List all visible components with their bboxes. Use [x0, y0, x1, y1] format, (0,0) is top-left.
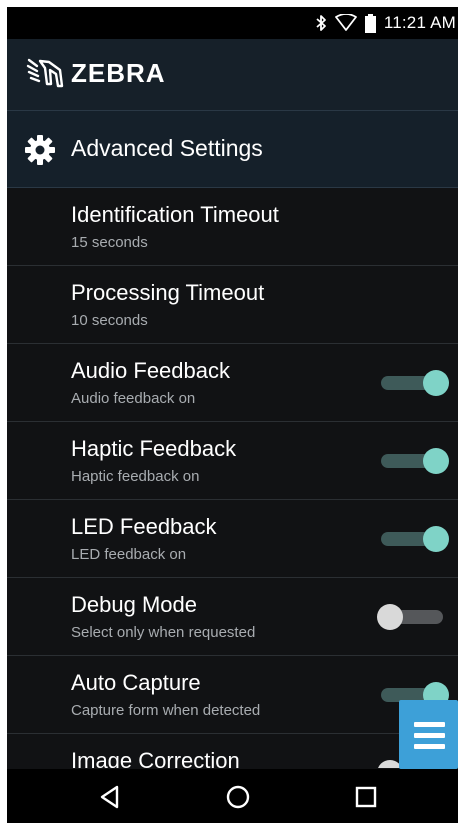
setting-subtitle: Capture form when detected: [71, 702, 261, 719]
setting-title: Identification Timeout: [71, 202, 279, 227]
toggle-thumb: [423, 448, 449, 474]
app-header: ZEBRA: [7, 39, 458, 111]
home-icon[interactable]: [223, 782, 253, 812]
setting-subtitle: LED feedback on: [71, 546, 187, 563]
bluetooth-icon: [315, 14, 327, 32]
recents-icon[interactable]: [351, 782, 381, 812]
debug-mode-toggle[interactable]: [377, 604, 449, 630]
setting-title: LED Feedback: [71, 514, 217, 539]
setting-audio-feedback[interactable]: Audio Feedback Audio feedback on: [7, 344, 458, 422]
setting-debug-mode[interactable]: Debug Mode Select only when requested: [7, 578, 458, 656]
toggle-thumb: [423, 526, 449, 552]
battery-icon: [364, 13, 376, 33]
zebra-logo: ZEBRA: [25, 53, 166, 93]
setting-title: Debug Mode: [71, 592, 197, 617]
setting-title: Image Correction: [71, 748, 240, 768]
setting-title: Auto Capture: [71, 670, 201, 695]
setting-image-correction[interactable]: Image Correction: [7, 734, 458, 768]
audio-feedback-toggle[interactable]: [379, 370, 449, 396]
setting-title: Processing Timeout: [71, 280, 265, 305]
setting-processing-timeout[interactable]: Processing Timeout 10 seconds: [7, 266, 458, 344]
status-bar: 11:21 AM: [7, 7, 458, 39]
setting-subtitle: 10 seconds: [71, 312, 148, 329]
back-icon[interactable]: [95, 782, 125, 812]
setting-title: Audio Feedback: [71, 358, 230, 383]
haptic-feedback-toggle[interactable]: [379, 448, 449, 474]
toggle-thumb: [423, 370, 449, 396]
navigation-bar: [7, 769, 458, 823]
led-feedback-toggle[interactable]: [379, 526, 449, 552]
setting-subtitle: Haptic feedback on: [71, 468, 200, 485]
section-title: Advanced Settings: [71, 135, 263, 161]
setting-led-feedback[interactable]: LED Feedback LED feedback on: [7, 500, 458, 578]
setting-subtitle: 15 seconds: [71, 234, 148, 251]
setting-subtitle: Select only when requested: [71, 624, 256, 641]
status-time: 11:21 AM: [383, 13, 456, 32]
section-header: Advanced Settings: [7, 111, 458, 188]
menu-button[interactable]: [399, 700, 458, 769]
toggle-thumb: [377, 604, 403, 630]
setting-haptic-feedback[interactable]: Haptic Feedback Haptic feedback on: [7, 422, 458, 500]
setting-identification-timeout[interactable]: Identification Timeout 15 seconds: [7, 188, 458, 266]
phone-screen: 11:21 AM ZEBRA Advanced Settings Identif…: [7, 7, 458, 823]
wifi-icon: [334, 14, 357, 32]
settings-list: Identification Timeout 15 seconds Proces…: [7, 188, 458, 768]
gear-icon: [23, 133, 57, 167]
setting-title: Haptic Feedback: [71, 436, 237, 461]
setting-auto-capture[interactable]: Auto Capture Capture form when detected: [7, 656, 458, 734]
zebra-head-icon: [26, 58, 64, 88]
setting-subtitle: Audio feedback on: [71, 390, 196, 407]
brand-name: ZEBRA: [71, 57, 166, 88]
